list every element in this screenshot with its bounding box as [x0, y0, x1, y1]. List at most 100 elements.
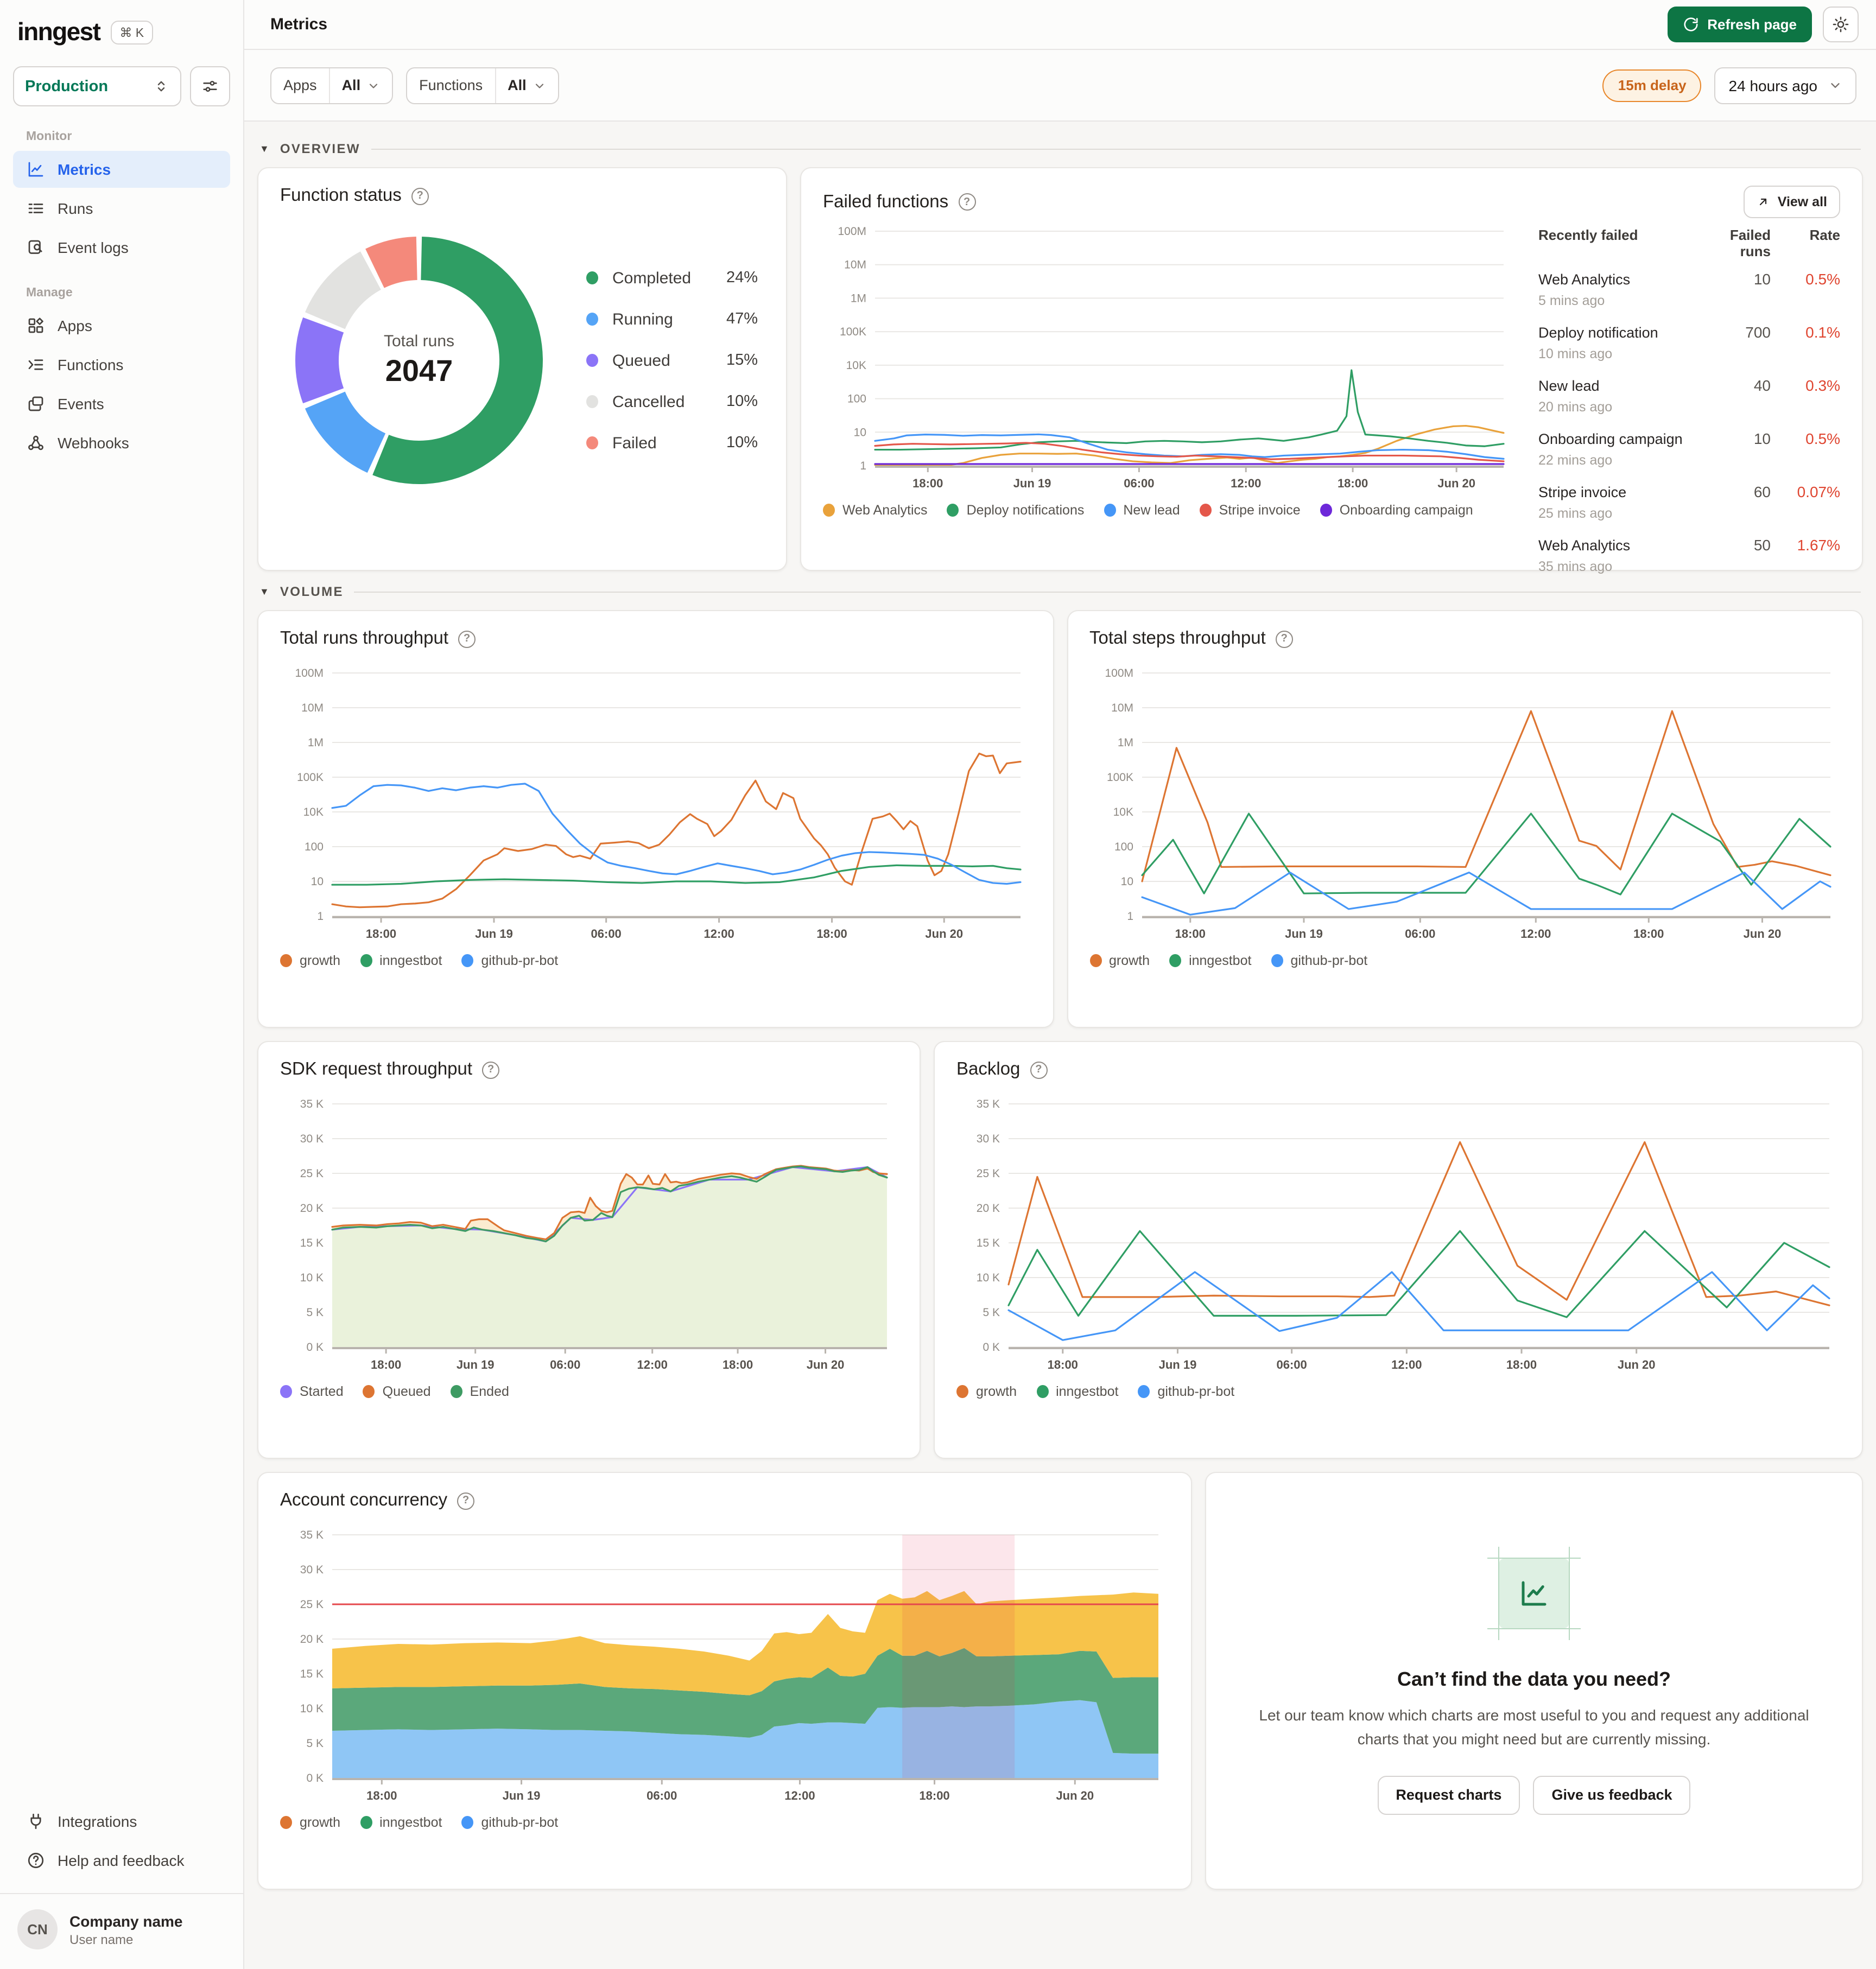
svg-text:15 K: 15 K	[977, 1237, 1000, 1249]
legend-dot	[586, 395, 598, 408]
svg-text:20 K: 20 K	[300, 1633, 324, 1646]
legend-label: Queued	[612, 351, 670, 370]
failed-time: 22 mins ago	[1538, 453, 1613, 468]
legend-dot	[461, 1816, 474, 1829]
svg-text:06:00: 06:00	[591, 927, 622, 941]
avatar: CN	[17, 1909, 58, 1949]
sidebar-item-runs[interactable]: Runs	[13, 190, 230, 227]
sidebar-item-label: Functions	[58, 356, 124, 373]
svg-text:35 K: 35 K	[977, 1098, 1000, 1110]
function-name: Web Analytics	[1538, 537, 1631, 554]
legend-dot	[450, 1385, 462, 1398]
backlog-chart: 0 K 5 K 10 K 15 K 20 K 25 K 30 K 35 K 18:00 Jun 1…	[956, 1095, 1840, 1375]
legend-item: growth	[280, 953, 340, 968]
sidebar-item-integrations[interactable]: Integrations	[13, 1803, 230, 1840]
account-menu[interactable]: CN Company name User name	[0, 1894, 243, 1969]
failed-rate: 1.67%	[1797, 536, 1840, 554]
legend-dot	[363, 1385, 375, 1398]
sidebar-item-webhooks[interactable]: Webhooks	[13, 424, 230, 461]
legend-percent: 15%	[726, 352, 758, 369]
help-icon[interactable]: ?	[457, 1492, 475, 1509]
legend-row: Queued 15%	[586, 351, 758, 370]
workspace-filter-button[interactable]	[190, 66, 230, 106]
recent-header-rate: Rate	[1809, 227, 1840, 243]
function-name: Deploy notification	[1538, 325, 1658, 341]
card-title: Function status	[280, 186, 402, 205]
workspace-name: Production	[25, 78, 109, 95]
legend-dot	[586, 436, 598, 449]
help-circle-icon	[28, 1852, 44, 1869]
svg-text:18:00: 18:00	[371, 1358, 401, 1371]
legend-dot	[823, 504, 835, 517]
delay-badge: 15m delay	[1602, 69, 1702, 101]
help-icon[interactable]: ?	[458, 630, 476, 647]
legend-label: Queued	[382, 1384, 431, 1399]
svg-text:0 K: 0 K	[306, 1772, 324, 1784]
svg-text:1: 1	[860, 460, 866, 472]
legend-label: github-pr-bot	[1157, 1384, 1235, 1399]
help-icon[interactable]: ?	[482, 1061, 500, 1078]
svg-text:5 K: 5 K	[306, 1737, 324, 1750]
sidebar-item-label: Help and feedback	[58, 1852, 185, 1869]
help-icon[interactable]: ?	[1030, 1061, 1048, 1078]
legend-dot	[280, 1385, 292, 1398]
sidebar-item-events[interactable]: Events	[13, 385, 230, 422]
workspace-select[interactable]: Production	[13, 66, 181, 106]
help-icon[interactable]: ?	[1275, 630, 1293, 647]
apps-filter[interactable]: Apps All	[270, 67, 394, 104]
svg-text:10 K: 10 K	[300, 1272, 324, 1284]
sidebar: inngest ⌘ K Production Monitor Metrics R…	[0, 0, 244, 1969]
legend-dot	[1271, 954, 1283, 967]
functions-filter-value: All	[508, 77, 527, 93]
recent-header-name: Recently failed	[1538, 227, 1638, 243]
svg-text:10: 10	[311, 875, 324, 888]
legend-label: growth	[1109, 953, 1150, 968]
user-name: User name	[69, 1932, 134, 1947]
sidebar-item-functions[interactable]: Functions	[13, 346, 230, 383]
legend-item: github-pr-bot	[461, 953, 558, 968]
command-k-shortcut[interactable]: ⌘ K	[111, 20, 153, 44]
refresh-page-button[interactable]: Refresh page	[1667, 7, 1812, 42]
legend-label: Stripe invoice	[1219, 503, 1301, 518]
legend-item: github-pr-bot	[461, 1815, 558, 1830]
page-title: Metrics	[270, 15, 328, 34]
svg-text:5 K: 5 K	[983, 1306, 1000, 1319]
chevron-down-icon	[369, 83, 378, 88]
collapse-triangle-icon: ▼	[259, 143, 269, 154]
svg-text:18:00: 18:00	[912, 477, 943, 490]
functions-filter-label: Functions	[419, 77, 483, 93]
sidebar-item-label: Apps	[58, 317, 92, 334]
sidebar-item-metrics[interactable]: Metrics	[13, 151, 230, 188]
functions-filter[interactable]: Functions All	[406, 67, 559, 104]
card-title: SDK request throughput	[280, 1059, 473, 1079]
sidebar-item-event-logs[interactable]: Event logs	[13, 229, 230, 266]
svg-text:12:00: 12:00	[1391, 1358, 1422, 1371]
svg-text:Jun 20: Jun 20	[1437, 477, 1475, 490]
give-feedback-button[interactable]: Give us feedback	[1533, 1775, 1691, 1815]
request-charts-button[interactable]: Request charts	[1377, 1775, 1520, 1815]
sidebar-item-label: Event logs	[58, 239, 129, 256]
failed-rate: 0.5%	[1805, 270, 1840, 288]
svg-text:10M: 10M	[844, 259, 866, 271]
legend-dot	[956, 1385, 968, 1398]
failed-runs: 50	[1753, 536, 1771, 554]
function-name: Web Analytics	[1538, 271, 1631, 288]
help-icon[interactable]: ?	[958, 193, 976, 211]
overview-section-header[interactable]: ▼ OVERVIEW	[259, 141, 1861, 156]
svg-text:1M: 1M	[308, 736, 324, 749]
legend-label: Completed	[612, 269, 692, 287]
view-all-button[interactable]: View all	[1744, 186, 1840, 218]
sidebar-item-help-and-feedback[interactable]: Help and feedback	[13, 1842, 230, 1879]
legend-item: Stripe invoice	[1199, 503, 1301, 518]
time-range-value: 24 hours ago	[1728, 77, 1817, 94]
svg-text:Jun 20: Jun 20	[1618, 1358, 1656, 1371]
sidebar-item-apps[interactable]: Apps	[13, 307, 230, 344]
settings-button[interactable]	[1823, 7, 1859, 42]
help-icon[interactable]: ?	[411, 187, 429, 205]
svg-text:100M: 100M	[295, 667, 324, 679]
legend-item: inngestbot	[1169, 953, 1251, 968]
svg-text:Jun 20: Jun 20	[925, 927, 963, 941]
time-range-select[interactable]: 24 hours ago	[1714, 67, 1856, 104]
svg-text:18:00: 18:00	[366, 927, 396, 941]
legend-item: github-pr-bot	[1138, 1384, 1234, 1399]
